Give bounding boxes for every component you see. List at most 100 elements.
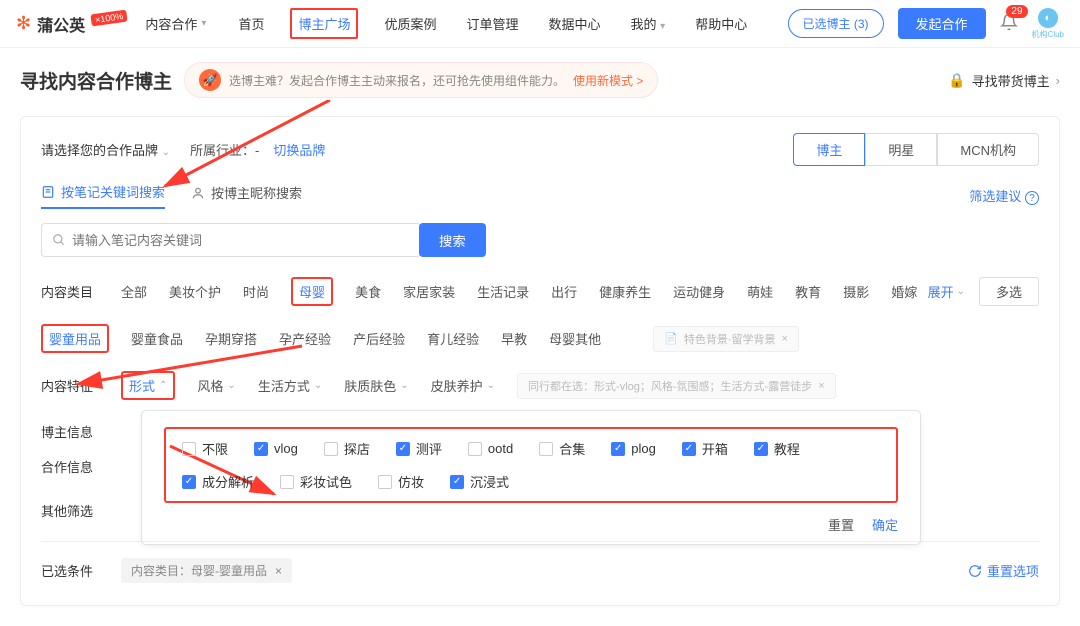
tag-beauty[interactable]: 美妆个护 [169, 282, 221, 301]
format-option-合集[interactable]: 合集 [539, 439, 585, 458]
checkbox-icon [182, 442, 196, 456]
expand-link[interactable]: 展开 ⌄ [928, 282, 965, 301]
tag-pet[interactable]: 萌娃 [747, 282, 773, 301]
subtag-food[interactable]: 婴童食品 [131, 329, 183, 348]
dd-lifestyle[interactable]: 生活方式 ⌄ [258, 376, 322, 395]
format-option-开箱[interactable]: ✓开箱 [682, 439, 728, 458]
search-button[interactable]: 搜索 [419, 223, 486, 257]
option-label: plog [631, 441, 656, 456]
subtag-early-edu[interactable]: 早教 [501, 329, 527, 348]
tag-wedding[interactable]: 婚嫁 [891, 282, 917, 301]
tag-muying[interactable]: 母婴 [291, 277, 333, 306]
tag-edu[interactable]: 教育 [795, 282, 821, 301]
hint-chip: 📄 特色背景·留学背景 × [653, 326, 799, 352]
filter-suggest[interactable]: 筛选建议 ? [969, 186, 1039, 206]
nav-help[interactable]: 帮助中心 [691, 8, 751, 39]
tab-name-search[interactable]: 按博主昵称搜索 [191, 183, 302, 208]
format-option-plog[interactable]: ✓plog [611, 439, 656, 458]
promo-link[interactable]: 使用新模式 > [573, 72, 643, 89]
find-seller-link[interactable]: 🔒 寻找带货博主 › [948, 71, 1060, 90]
nav-blogger-plaza[interactable]: 博主广场 [290, 8, 358, 39]
option-label: 测评 [416, 439, 442, 458]
dd-care[interactable]: 皮肤养护 ⌄ [431, 376, 495, 395]
format-option-ootd[interactable]: ootd [468, 439, 513, 458]
format-option-测评[interactable]: ✓测评 [396, 439, 442, 458]
lock-icon: 🔒 [948, 72, 965, 89]
format-option-仿妆[interactable]: 仿妆 [378, 472, 424, 491]
chevron-down-icon: ⌄ [400, 380, 408, 391]
format-option-彩妆试色[interactable]: 彩妆试色 [280, 472, 352, 491]
tag-fashion[interactable]: 时尚 [243, 282, 269, 301]
other-filter-label: 其他筛选 [41, 501, 121, 520]
tag-photo[interactable]: 摄影 [843, 282, 869, 301]
option-label: 成分解析 [202, 472, 254, 491]
option-label: 教程 [774, 439, 800, 458]
chevron-down-icon: ▾ [201, 18, 206, 29]
brand-select[interactable]: 请选择您的合作品牌 ⌄ [41, 140, 170, 159]
nav-mine[interactable]: 我的 ▾ [627, 8, 670, 39]
chevron-right-icon: › [1056, 73, 1060, 88]
subtag-preg-wear[interactable]: 孕期穿搭 [205, 329, 257, 348]
nav-right: 已选博主 (3) 发起合作 29 ◐ 机构Club [788, 8, 1064, 40]
dd-format[interactable]: 形式 ⌃ [121, 371, 175, 400]
checkbox-icon: ✓ [182, 475, 196, 489]
brand-logo[interactable]: ✻ 蒲公英 ×100% [16, 12, 127, 36]
format-option-vlog[interactable]: ✓vlog [254, 439, 298, 458]
tag-travel[interactable]: 出行 [551, 282, 577, 301]
close-icon[interactable]: × [782, 333, 788, 345]
dd-skin-label: 肤质肤色 [344, 376, 396, 395]
subtag-parenting[interactable]: 育儿经验 [427, 329, 479, 348]
subtag-preg-exp[interactable]: 孕产经验 [279, 329, 331, 348]
filter-suggest-label: 筛选建议 [969, 189, 1021, 204]
nav-orders[interactable]: 订单管理 [462, 8, 522, 39]
format-dropdown-panel: 不限 ✓vlog 探店 ✓测评 ootd 合集 ✓plog ✓开箱 ✓教程 ✓ 成分解析 彩妆试色 仿妆… [141, 410, 921, 545]
seg-mcn[interactable]: MCN机构 [937, 133, 1039, 166]
tag-health[interactable]: 健康养生 [599, 282, 651, 301]
close-icon[interactable]: × [818, 380, 824, 392]
option-label: ootd [488, 441, 513, 456]
dandelion-icon: ✻ [16, 13, 31, 34]
club-link[interactable]: ◐ 机构Club [1032, 8, 1064, 40]
tag-fitness[interactable]: 运动健身 [673, 282, 725, 301]
nav-data[interactable]: 数据中心 [545, 8, 605, 39]
switch-brand-link[interactable]: 切换品牌 [273, 140, 325, 159]
notifications[interactable]: 29 [1000, 13, 1018, 34]
reset-all-link[interactable]: 重置选项 [968, 561, 1039, 580]
format-option-教程[interactable]: ✓教程 [754, 439, 800, 458]
subtag-baby-goods[interactable]: 婴童用品 [41, 324, 109, 353]
tag-home[interactable]: 家居家装 [403, 282, 455, 301]
tag-food[interactable]: 美食 [355, 282, 381, 301]
globe-icon: ◐ [1038, 8, 1058, 28]
reset-button[interactable]: 重置 [828, 515, 854, 534]
seg-star[interactable]: 明星 [865, 133, 937, 166]
dd-skin[interactable]: 肤质肤色 ⌄ [344, 376, 408, 395]
format-option-成分解析[interactable]: ✓ 成分解析 [182, 472, 254, 491]
option-label: 不限 [202, 439, 228, 458]
nav-home[interactable]: 首页 [234, 8, 268, 39]
seg-blogger[interactable]: 博主 [793, 133, 865, 166]
nav-cases[interactable]: 优质案例 [380, 8, 440, 39]
confirm-button[interactable]: 确定 [872, 515, 898, 534]
chevron-down-icon: ⌄ [314, 380, 322, 391]
format-option-不限[interactable]: 不限 [182, 439, 228, 458]
tag-all[interactable]: 全部 [121, 282, 147, 301]
search-input[interactable] [72, 233, 410, 248]
format-option-探店[interactable]: 探店 [324, 439, 370, 458]
close-icon[interactable]: × [275, 564, 282, 578]
start-coop-button[interactable]: 发起合作 [898, 8, 986, 39]
subtag-other[interactable]: 母婴其他 [549, 329, 601, 348]
daihuo-label: 寻找带货博主 [972, 71, 1050, 90]
dd-style[interactable]: 风格 ⌄ [197, 376, 235, 395]
feature-dropdowns: 形式 ⌃ 风格 ⌄ 生活方式 ⌄ 肤质肤色 ⌄ 皮肤养护 ⌄ 同行都在选：形式-… [121, 371, 836, 400]
subtag-postnatal[interactable]: 产后经验 [353, 329, 405, 348]
selected-bloggers-pill[interactable]: 已选博主 (3) [788, 9, 884, 38]
hint-chip-label: 特色背景·留学背景 [684, 331, 776, 347]
blogger-info-label: 博主信息 [41, 422, 121, 441]
format-option-沉浸式[interactable]: ✓沉浸式 [450, 472, 509, 491]
promo-text: 选博主难？发起合作博主主动来报名，还可抢先使用组件能力。 [229, 72, 565, 89]
tab-note-search[interactable]: 按笔记关键词搜索 [41, 182, 165, 209]
multi-select-button[interactable]: 多选 [979, 277, 1039, 306]
nav-content-dropdown[interactable]: 内容合作 ▾ [145, 14, 206, 33]
tag-life[interactable]: 生活记录 [477, 282, 529, 301]
chevron-down-icon: ⌄ [227, 380, 235, 391]
